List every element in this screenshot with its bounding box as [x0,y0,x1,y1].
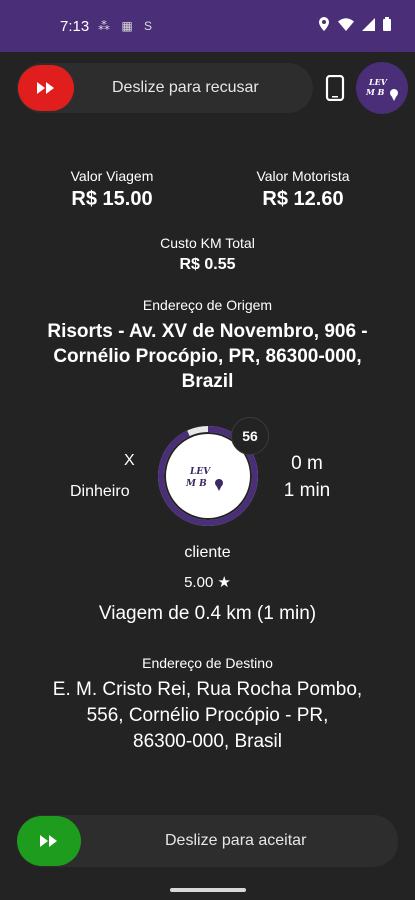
origin-address: Risorts - Av. XV de Novembro, 906 - Corn… [0,319,415,394]
svg-text:M B: M B [185,479,207,489]
cost-km-label: Custo KM Total [160,235,255,251]
refuse-slider[interactable]: Deslize para recusar [17,63,313,113]
eta-block: 0 m 1 min [262,453,352,502]
svg-text:LEV: LEV [189,467,211,477]
trip-value-label: Valor Viagem [70,168,154,184]
wifi-icon [338,17,354,31]
gesture-nav-bar[interactable] [170,888,246,892]
client-rating: 5.00 ★ [184,574,231,591]
trip-value: R$ 15.00 [71,188,153,210]
location-icon [319,17,329,31]
origin-block: Endereço de Origem Risorts - Av. XV de N… [0,297,415,394]
destination-line: 86300-000, Brasil [133,731,282,752]
status-bar: 7:13 ⁂ ▦ S [0,0,415,52]
trip-summary: Viagem de 0.4 km (1 min) [98,603,317,624]
client-name: cliente [184,544,231,561]
driver-value-block: Valor Motorista R$ 12.60 [223,168,383,211]
svg-text:M B: M B [365,87,385,97]
countdown-value: 56 [231,417,269,455]
levmob-logo-icon: LEV M B [365,77,398,101]
fast-forward-icon [37,82,54,94]
accept-slider[interactable]: Deslize para aceitar [17,815,398,867]
destination-address: E. M. Cristo Rei, Rua Rocha Pombo, 556, … [0,677,415,755]
phone-icon[interactable] [325,75,345,101]
refuse-knob[interactable] [18,65,74,111]
destination-line: E. M. Cristo Rei, Rua Rocha Pombo, [52,679,363,700]
trip-value-block: Valor Viagem R$ 15.00 [32,168,192,211]
destination-label: Endereço de Destino [142,655,273,671]
driver-value: R$ 12.60 [262,188,344,210]
origin-label: Endereço de Origem [142,297,273,313]
origin-line: Cornélio Procópio, PR, 86300-000, [53,346,362,367]
status-time: 7:13 [60,18,90,35]
refuse-label: Deslize para recusar [112,79,259,96]
origin-line: Risorts - Av. XV de Novembro, 906 - [47,321,368,342]
system-icons [318,17,391,31]
client-block: cliente 5.00 ★ Viagem de 0.4 km (1 min) [0,544,415,625]
svg-text:LEV: LEV [368,77,388,87]
accept-label: Deslize para aceitar [165,832,307,849]
destination-block: Endereço de Destino E. M. Cristo Rei, Ru… [0,655,415,755]
brand-logo-avatar[interactable]: LEV M B [356,62,408,114]
driver-value-label: Valor Motorista [256,168,350,184]
notification-icons: ⁂ ▦ S [98,19,157,33]
time-to-pickup: 1 min [283,480,331,501]
cost-km-block: Custo KM Total R$ 0.55 [0,235,415,274]
distance-to-pickup: 0 m [291,453,323,474]
accept-knob[interactable] [17,816,81,866]
fast-forward-icon [40,835,57,847]
battery-icon [383,17,391,31]
signal-icon [362,17,375,31]
destination-line: 556, Cornélio Procópio - PR, [86,705,329,726]
origin-line: Brazil [181,371,234,392]
cost-km-value: R$ 0.55 [179,256,236,273]
